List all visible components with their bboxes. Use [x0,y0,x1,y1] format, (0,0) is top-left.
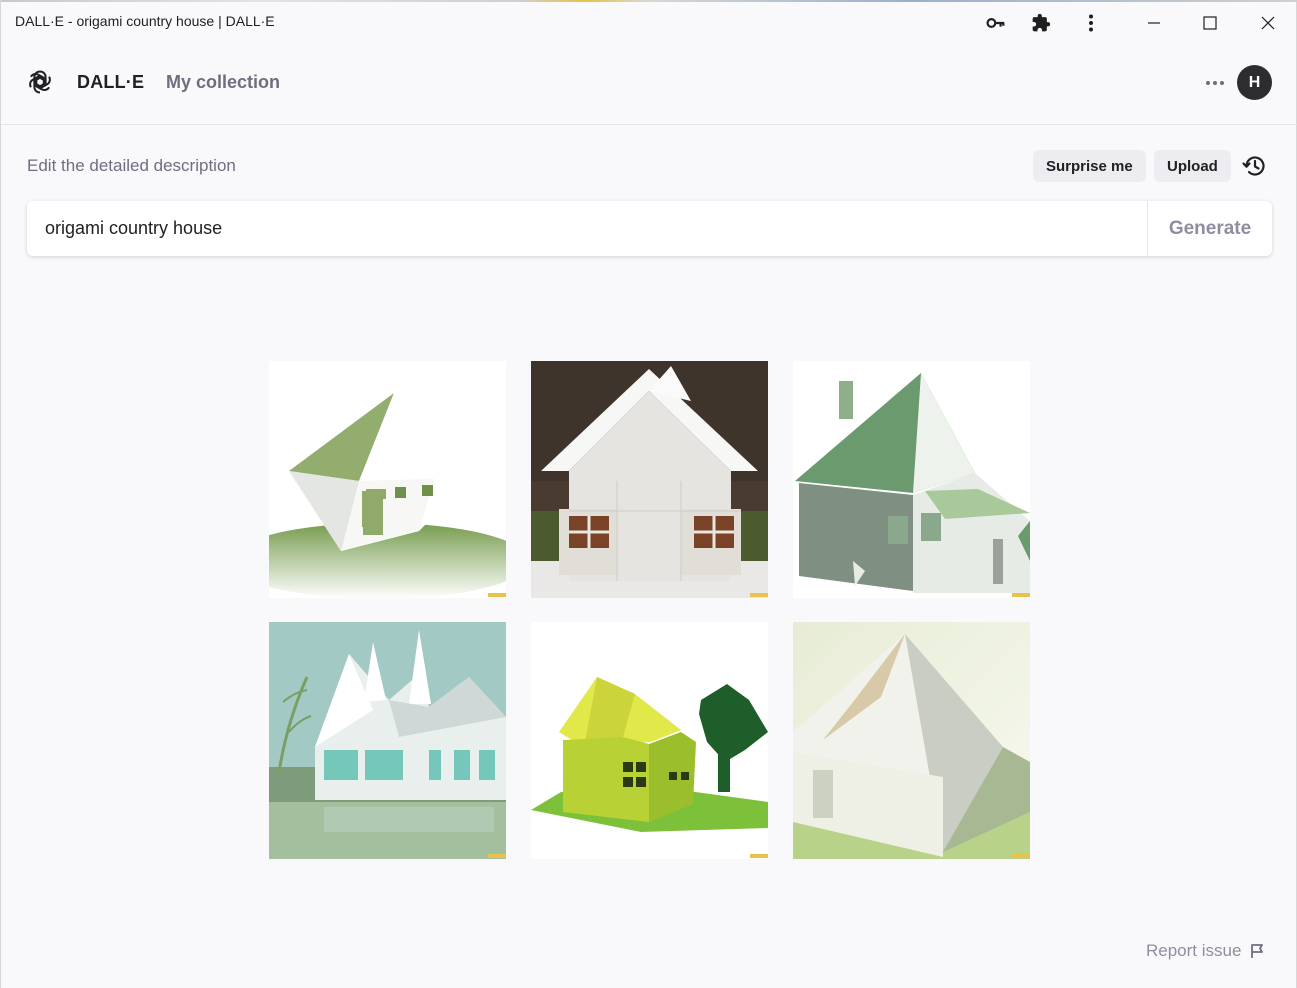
openai-logo-icon[interactable] [26,68,54,96]
extensions-icon[interactable] [1028,10,1054,36]
avatar[interactable]: H [1237,65,1272,100]
app-window: DALL·E - origami country house | DALL·E [0,0,1297,988]
avatar-initial: H [1248,73,1261,91]
result-image-1[interactable] [269,361,506,598]
app-header: DALL·E My collection H [1,42,1297,125]
brand-link[interactable]: DALL·E [77,72,144,93]
surprise-me-button[interactable]: Surprise me [1033,150,1146,182]
title-bar: DALL·E - origami country house | DALL·E [1,2,1297,42]
result-image-4[interactable] [269,622,506,859]
result-image-3[interactable] [793,361,1030,598]
result-image-5[interactable] [531,622,768,859]
window-title: DALL·E - origami country house | DALL·E [15,13,275,29]
report-issue-link[interactable]: Report issue [1146,941,1265,961]
generate-button[interactable]: Generate [1147,201,1272,256]
key-icon[interactable] [983,10,1009,36]
kebab-menu-icon[interactable] [1078,10,1104,36]
prompt-label: Edit the detailed description [27,156,236,175]
result-image-6[interactable] [793,622,1030,859]
result-image-2[interactable] [531,361,768,598]
flag-icon [1251,944,1264,958]
report-issue-label: Report issue [1146,941,1242,960]
prompt-input[interactable] [27,201,1147,256]
more-options-icon[interactable] [1200,70,1230,96]
minimize-icon[interactable] [1141,10,1167,36]
prompt-bar: Generate [27,201,1272,256]
close-icon[interactable] [1255,10,1281,36]
my-collection-link[interactable]: My collection [166,72,280,93]
upload-button[interactable]: Upload [1154,150,1231,182]
maximize-icon[interactable] [1197,10,1223,36]
history-icon[interactable] [1241,152,1269,180]
